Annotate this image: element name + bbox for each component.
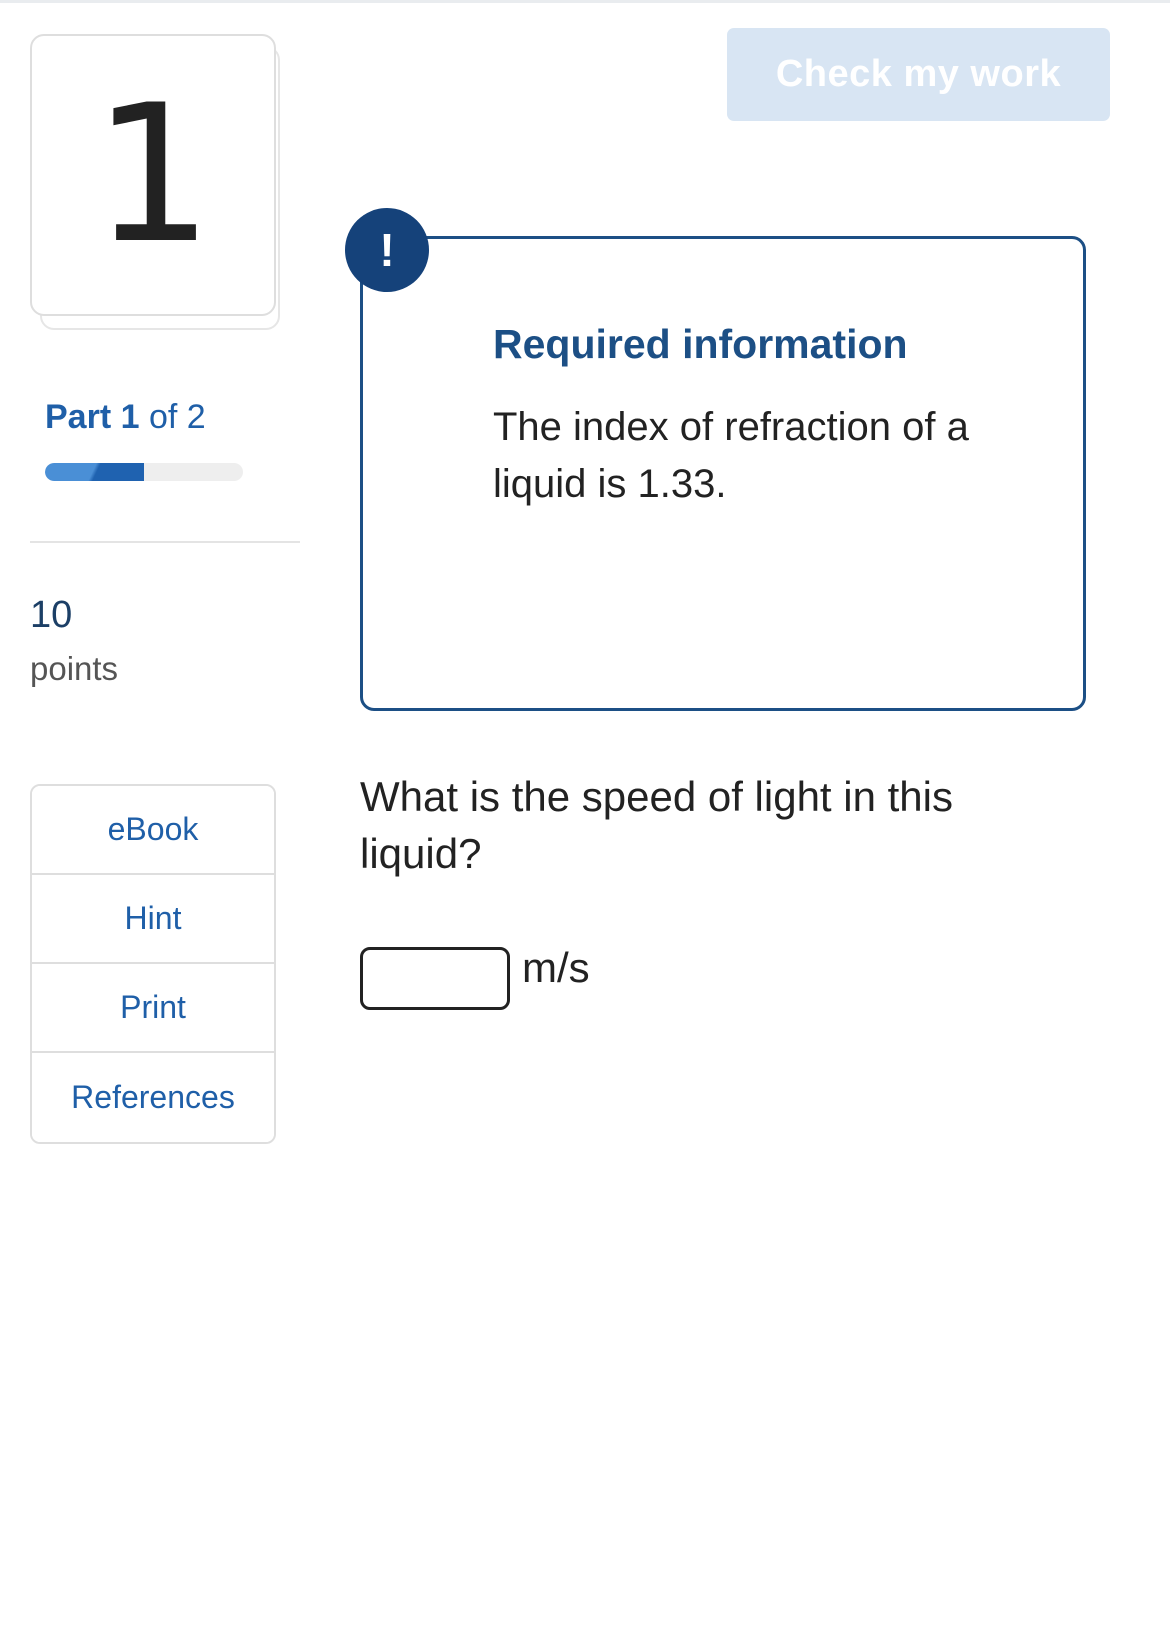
points-label: points [30,650,119,687]
top-divider [0,0,1170,3]
points-value: 10 [30,594,73,636]
question-number: 1 [92,64,214,285]
exclamation-icon: ! [345,208,429,292]
part-total: of 2 [148,398,206,436]
hint-button[interactable]: Hint [32,875,274,964]
check-my-work-button[interactable]: Check my work [727,28,1110,121]
question-number-front: 1 [30,34,276,316]
part-progress-bar [45,463,243,481]
question-number-card: 1 [30,34,290,334]
part-label: Part [45,398,112,436]
question-tools: eBook Hint Print References [30,784,276,1144]
part-current: 1 [120,398,140,436]
required-information-title: Required information [493,321,908,367]
answer-unit: m/s [522,944,590,991]
ebook-button[interactable]: eBook [32,786,274,875]
part-progress-fill [45,463,144,481]
sidebar-divider [30,541,300,543]
print-button[interactable]: Print [32,964,274,1053]
answer-input[interactable] [360,947,510,1010]
question-prompt: What is the speed of light in this liqui… [360,773,953,877]
references-button[interactable]: References [32,1053,274,1142]
required-information-text: The index of refraction of a liquid is 1… [493,405,969,506]
part-indicator: Part 1 of 2 [45,398,206,437]
required-information-box: Required information The index of refrac… [360,236,1086,711]
